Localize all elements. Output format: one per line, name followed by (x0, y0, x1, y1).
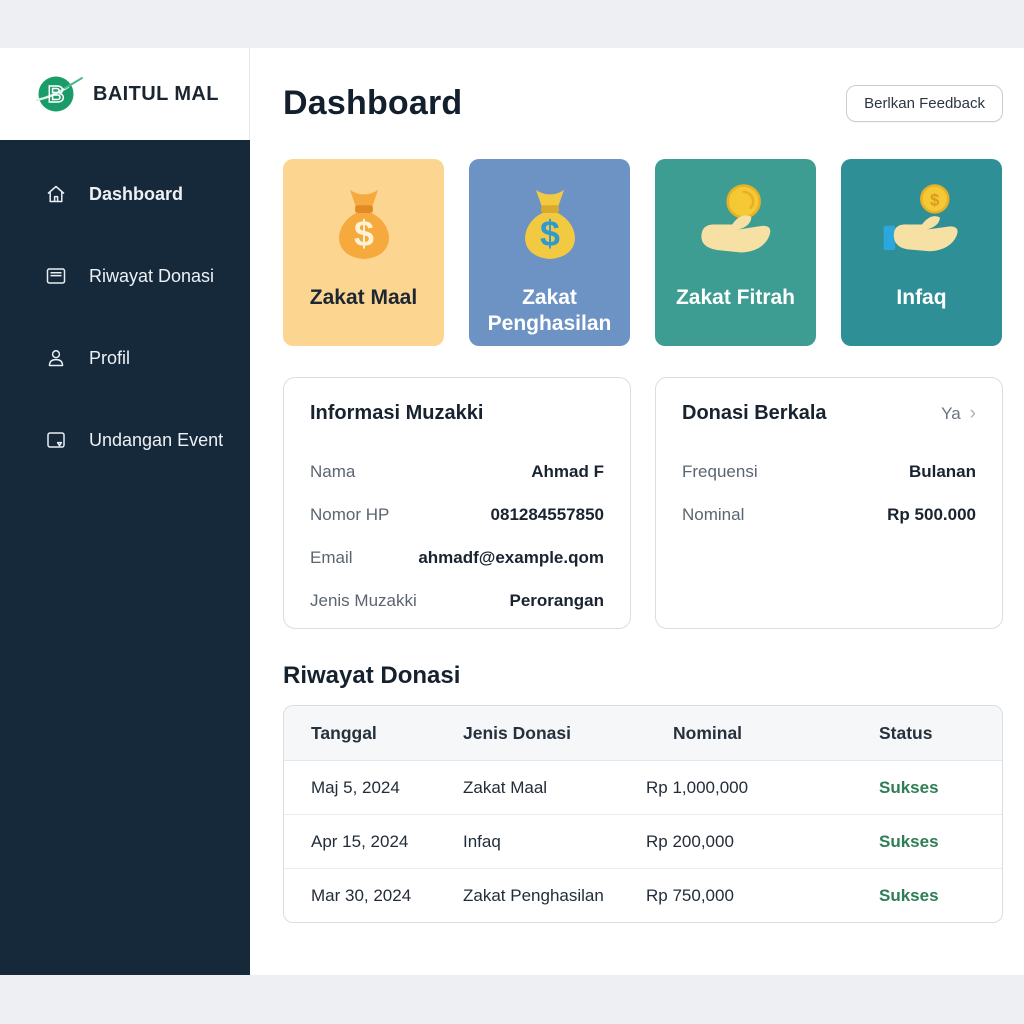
main-content: Dashboard Berlkan Feedback $ Zakat Maal (250, 48, 1024, 975)
sidebar-item-profil[interactable]: Profil (0, 342, 250, 374)
sidebar-item-dashboard[interactable]: Dashboard (0, 178, 250, 210)
cell-nominal: Rp 200,000 (646, 832, 879, 852)
sidebar-item-label: Dashboard (89, 184, 183, 205)
app-window: B BAITUL MAL Dashboard Riwayat Donasi (0, 48, 1024, 975)
cell-tanggal: Maj 5, 2024 (284, 778, 463, 798)
svg-text:$: $ (354, 214, 374, 254)
sidebar: Dashboard Riwayat Donasi Profil (0, 140, 250, 975)
category-card-label: Infaq (890, 285, 952, 311)
event-invite-icon (44, 428, 68, 452)
cell-jenis: Zakat Penghasilan (463, 886, 646, 906)
column-header-jenis: Jenis Donasi (463, 723, 646, 744)
baitul-mal-logo-icon: B (36, 74, 84, 114)
field-label: Nominal (682, 505, 744, 525)
field-label: Nama (310, 462, 355, 482)
money-bag-icon: $ (504, 177, 596, 277)
card-zakat-maal[interactable]: $ Zakat Maal (283, 159, 444, 346)
sidebar-item-label: Profil (89, 348, 130, 369)
category-card-label: Zakat Penghasilan (469, 285, 630, 338)
sidebar-item-riwayat-donasi[interactable]: Riwayat Donasi (0, 260, 250, 292)
field-value: Perorangan (510, 591, 604, 611)
muzakki-row-nomor-hp: Nomor HP 081284557850 (310, 493, 604, 536)
field-value: Bulanan (909, 462, 976, 482)
table-row[interactable]: Maj 5, 2024 Zakat Maal Rp 1,000,000 Suks… (284, 761, 1002, 815)
muzakki-row-nama: Nama Ahmad F (310, 450, 604, 493)
category-card-label: Zakat Maal (304, 285, 423, 311)
table-row[interactable]: Mar 30, 2024 Zakat Penghasilan Rp 750,00… (284, 869, 1002, 922)
brand-name: BAITUL MAL (93, 83, 219, 106)
page-header: Dashboard Berlkan Feedback (283, 84, 1003, 123)
berkala-row-frequensi: Frequensi Bulanan (682, 450, 976, 493)
card-zakat-fitrah[interactable]: Zakat Fitrah (655, 159, 816, 346)
donation-history-icon (44, 264, 68, 288)
feedback-button[interactable]: Berlkan Feedback (846, 85, 1003, 122)
berkala-row-nominal: Nominal Rp 500.000 (682, 493, 976, 536)
field-value: Rp 500.000 (887, 505, 976, 525)
hand-coin-dollar-icon: $ (876, 177, 968, 277)
berkala-card-title: Donasi Berkala (682, 402, 827, 425)
status-badge: Sukses (879, 832, 1002, 852)
category-card-label: Zakat Fitrah (670, 285, 801, 311)
svg-text:$: $ (540, 214, 560, 254)
cell-nominal: Rp 750,000 (646, 886, 879, 906)
berkala-toggle-link[interactable]: Ya › (941, 404, 976, 424)
riwayat-table: Tanggal Jenis Donasi Nominal Status Maj … (283, 705, 1003, 923)
field-label: Email (310, 548, 353, 568)
field-label: Jenis Muzakki (310, 591, 417, 611)
column-header-tanggal: Tanggal (284, 723, 463, 744)
cell-tanggal: Mar 30, 2024 (284, 886, 463, 906)
svg-text:B: B (48, 81, 65, 107)
cell-tanggal: Apr 15, 2024 (284, 832, 463, 852)
berkala-value: Ya (941, 404, 961, 424)
field-label: Nomor HP (310, 505, 389, 525)
chevron-right-icon: › (970, 404, 976, 423)
status-badge: Sukses (879, 778, 1002, 798)
table-header-row: Tanggal Jenis Donasi Nominal Status (284, 706, 1002, 761)
column-header-nominal: Nominal (646, 723, 879, 744)
donasi-berkala-card: Donasi Berkala Ya › Frequensi Bulanan No… (655, 377, 1003, 629)
status-badge: Sukses (879, 886, 1002, 906)
sidebar-item-label: Riwayat Donasi (89, 266, 214, 287)
muzakki-info-card: Informasi Muzakki Nama Ahmad F Nomor HP … (283, 377, 631, 629)
muzakki-card-title: Informasi Muzakki (310, 402, 483, 425)
cell-jenis: Infaq (463, 832, 646, 852)
sidebar-item-undangan-event[interactable]: Undangan Event (0, 424, 250, 456)
category-cards-row: $ Zakat Maal $ Zakat Penghasilan (283, 159, 1003, 346)
card-zakat-penghasilan[interactable]: $ Zakat Penghasilan (469, 159, 630, 346)
svg-text:$: $ (930, 190, 939, 209)
muzakki-row-jenis: Jenis Muzakki Perorangan (310, 579, 604, 622)
cell-nominal: Rp 1,000,000 (646, 778, 879, 798)
page-title: Dashboard (283, 84, 462, 123)
field-label: Frequensi (682, 462, 758, 482)
info-cards-row: Informasi Muzakki Nama Ahmad F Nomor HP … (283, 377, 1003, 629)
profile-icon (44, 346, 68, 370)
money-bag-icon: $ (318, 177, 410, 277)
brand-logo-area: B BAITUL MAL (0, 48, 250, 140)
sidebar-item-label: Undangan Event (89, 430, 223, 451)
hand-coin-icon (690, 177, 782, 277)
riwayat-section-title: Riwayat Donasi (283, 662, 1003, 690)
muzakki-row-email: Email ahmadf@example.qom (310, 536, 604, 579)
home-icon (44, 182, 68, 206)
table-row[interactable]: Apr 15, 2024 Infaq Rp 200,000 Sukses (284, 815, 1002, 869)
field-value: Ahmad F (531, 462, 604, 482)
cell-jenis: Zakat Maal (463, 778, 646, 798)
card-infaq[interactable]: $ Infaq (841, 159, 1002, 346)
field-value: 081284557850 (491, 505, 604, 525)
field-value: ahmadf@example.qom (418, 548, 604, 568)
column-header-status: Status (879, 723, 1002, 744)
left-column: B BAITUL MAL Dashboard Riwayat Donasi (0, 48, 250, 975)
